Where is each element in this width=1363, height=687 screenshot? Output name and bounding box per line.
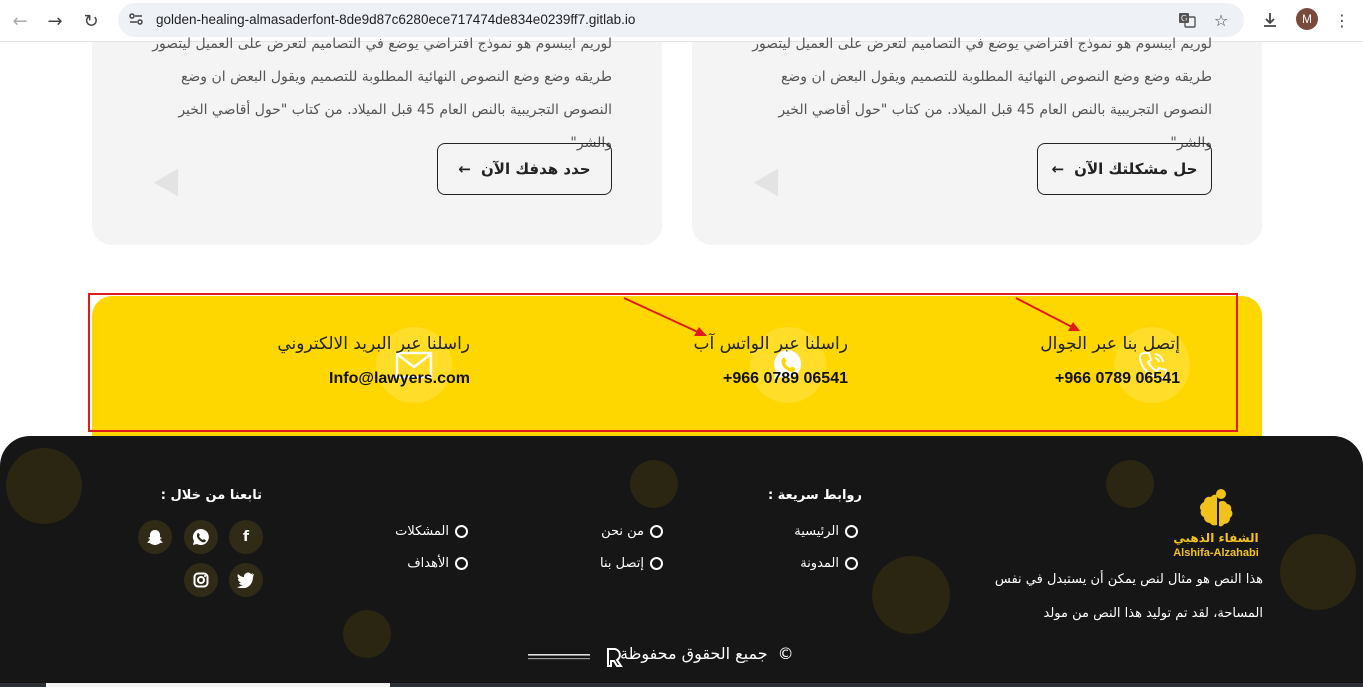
link-label: الأهداف [407,556,449,571]
whatsapp-icon[interactable] [184,520,218,554]
taskbar-strip-segment [46,683,390,687]
footer-link-about[interactable]: من نحن [601,524,663,539]
copyright-notice: © جميع الحقوق محفوظة [620,644,794,663]
footer-about-text: هذا النص هو مثال لنص يمكن أن يستبدل في ن… [994,572,1263,621]
radio-circle-icon [650,525,663,538]
snapchat-icon[interactable] [138,520,172,554]
twitter-icon[interactable] [229,563,263,597]
follow-us-heading: تابعنا من خلال : [160,488,262,503]
instagram-icon[interactable] [184,563,218,597]
decorative-bubble [872,556,950,634]
radio-circle-icon [845,557,858,570]
link-label: المدونة [800,556,839,571]
footer-link-blog[interactable]: المدونة [800,556,858,571]
link-label: من نحن [601,524,644,539]
radio-circle-icon [455,557,468,570]
footer-link-goals[interactable]: الأهداف [407,556,468,571]
radio-circle-icon [845,525,858,538]
developer-logo-icon[interactable] [526,646,626,668]
facebook-icon[interactable]: f [229,520,263,554]
brain-logo-icon[interactable] [1196,488,1236,530]
link-label: الرئيسية [794,524,839,539]
decorative-bubble [630,460,678,508]
decorative-bubble [1280,534,1356,610]
decorative-bubble [6,448,82,524]
footer-link-problems[interactable]: المشكلات [395,524,468,539]
radio-circle-icon [650,557,663,570]
site-footer: الشفاء الذهبي Alshifa-Alzahabi هذا النص … [0,436,1363,687]
decorative-bubble [343,610,391,658]
link-label: إتصل بنا [600,556,644,571]
radio-circle-icon [455,525,468,538]
link-label: المشكلات [395,524,449,539]
decorative-bubble [1106,460,1154,508]
annotation-highlight-box [88,293,1238,432]
logo-english-text: Alshifa-Alzahabi [1173,547,1259,559]
footer-link-contact[interactable]: إتصل بنا [600,556,663,571]
copyright-text: جميع الحقوق محفوظة [620,644,768,663]
footer-link-home[interactable]: الرئيسية [794,524,858,539]
copyright-icon: © [777,644,794,663]
logo-arabic-text: الشفاء الذهبي [1173,531,1259,545]
quick-links-heading: روابط سريعة : [767,488,862,503]
